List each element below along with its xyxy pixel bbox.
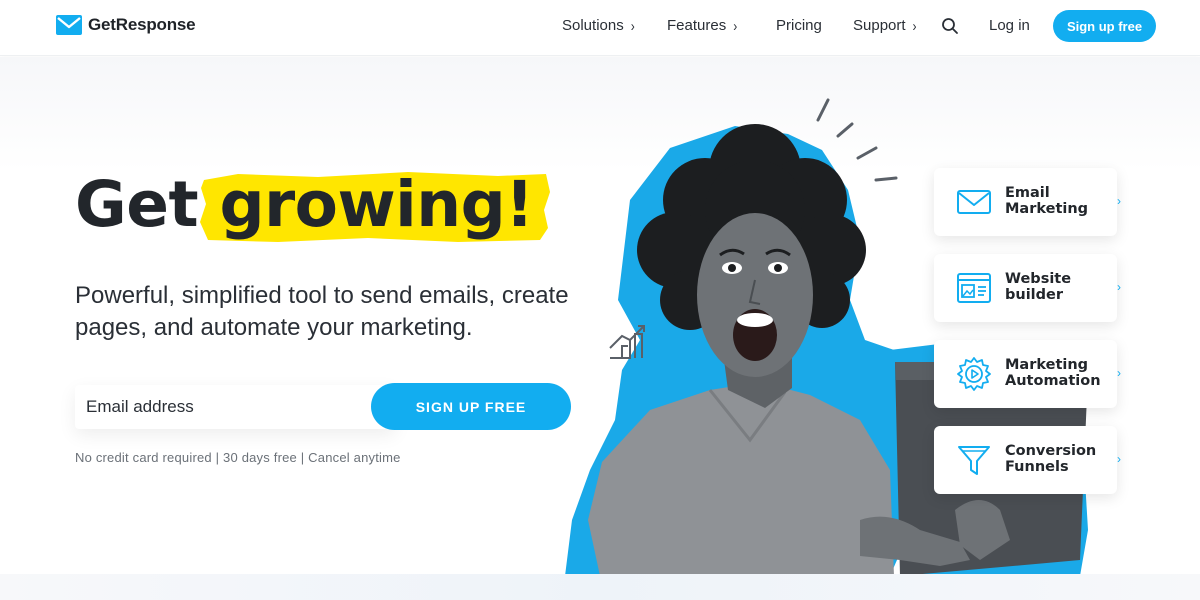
brand-name: GetResponse (88, 15, 196, 34)
feature-card-label: Email Marketing (1005, 185, 1105, 217)
chevron-right-icon: › (630, 17, 635, 34)
headline-word-get: Get (75, 168, 199, 241)
chevron-right-icon: › (1117, 366, 1121, 380)
nav-features[interactable]: Features › (667, 17, 737, 34)
chevron-right-icon: › (912, 17, 917, 34)
feature-label-line2: builder (1005, 287, 1064, 303)
feature-card-label: Conversion Funnels (1005, 443, 1105, 475)
nav-solutions[interactable]: Solutions › (562, 17, 635, 34)
hero-signup-button[interactable]: SIGN UP FREE (371, 383, 571, 430)
header-signup-button[interactable]: Sign up free (1053, 10, 1156, 42)
next-section-preview (0, 574, 1200, 600)
feature-card-email-marketing[interactable]: Email Marketing › (934, 168, 1121, 236)
feature-label-line1: Email (1005, 185, 1050, 201)
feature-card-label: Website builder (1005, 271, 1105, 303)
chevron-right-icon: › (733, 17, 738, 34)
hero-illustration (565, 98, 1088, 576)
nav-solutions-label: Solutions (562, 17, 624, 34)
feature-card-conversion-funnels[interactable]: Conversion Funnels › (934, 426, 1121, 494)
feature-card-website-builder[interactable]: Website builder › (934, 254, 1121, 322)
logo-envelope-icon (56, 15, 82, 35)
headline-word-growing: growing! (219, 168, 534, 241)
search-icon[interactable] (941, 17, 959, 35)
nav-support-label: Support (853, 17, 906, 34)
feature-card-marketing-automation[interactable]: Marketing Automation › (934, 340, 1121, 408)
email-input[interactable] (75, 385, 395, 429)
signup-disclaimer: No credit card required | 30 days free |… (75, 450, 401, 465)
nav-pricing-label: Pricing (776, 17, 822, 34)
feature-card-label: Marketing Automation (1005, 357, 1105, 389)
feature-label-line1: Marketing (1005, 357, 1089, 373)
chevron-right-icon: › (1117, 452, 1121, 466)
funnel-icon (958, 446, 990, 475)
envelope-icon (957, 190, 991, 214)
login-label: Log in (989, 17, 1030, 34)
nav-features-label: Features (667, 17, 727, 34)
feature-label-line2: Marketing (1005, 201, 1089, 217)
feature-label-line2: Funnels (1005, 459, 1069, 475)
website-builder-icon (957, 273, 991, 303)
nav-support[interactable]: Support › (853, 17, 917, 34)
hero-headline: Get growing! (75, 168, 534, 241)
site-header: GetResponse Solutions › Features › Prici… (0, 0, 1200, 56)
nav-pricing[interactable]: Pricing (776, 17, 822, 34)
hero-subheading: Powerful, simplified tool to send emails… (75, 282, 569, 341)
feature-label-line2: Automation (1005, 373, 1101, 389)
gear-play-icon (957, 357, 991, 391)
chevron-right-icon: › (1117, 280, 1121, 294)
chevron-right-icon: › (1117, 194, 1121, 208)
brand-logo[interactable]: GetResponse (56, 15, 196, 35)
login-link[interactable]: Log in (989, 17, 1030, 34)
signup-form: SIGN UP FREE (75, 383, 572, 431)
feature-label-line1: Conversion (1005, 443, 1097, 459)
feature-label-line1: Website (1005, 271, 1072, 287)
